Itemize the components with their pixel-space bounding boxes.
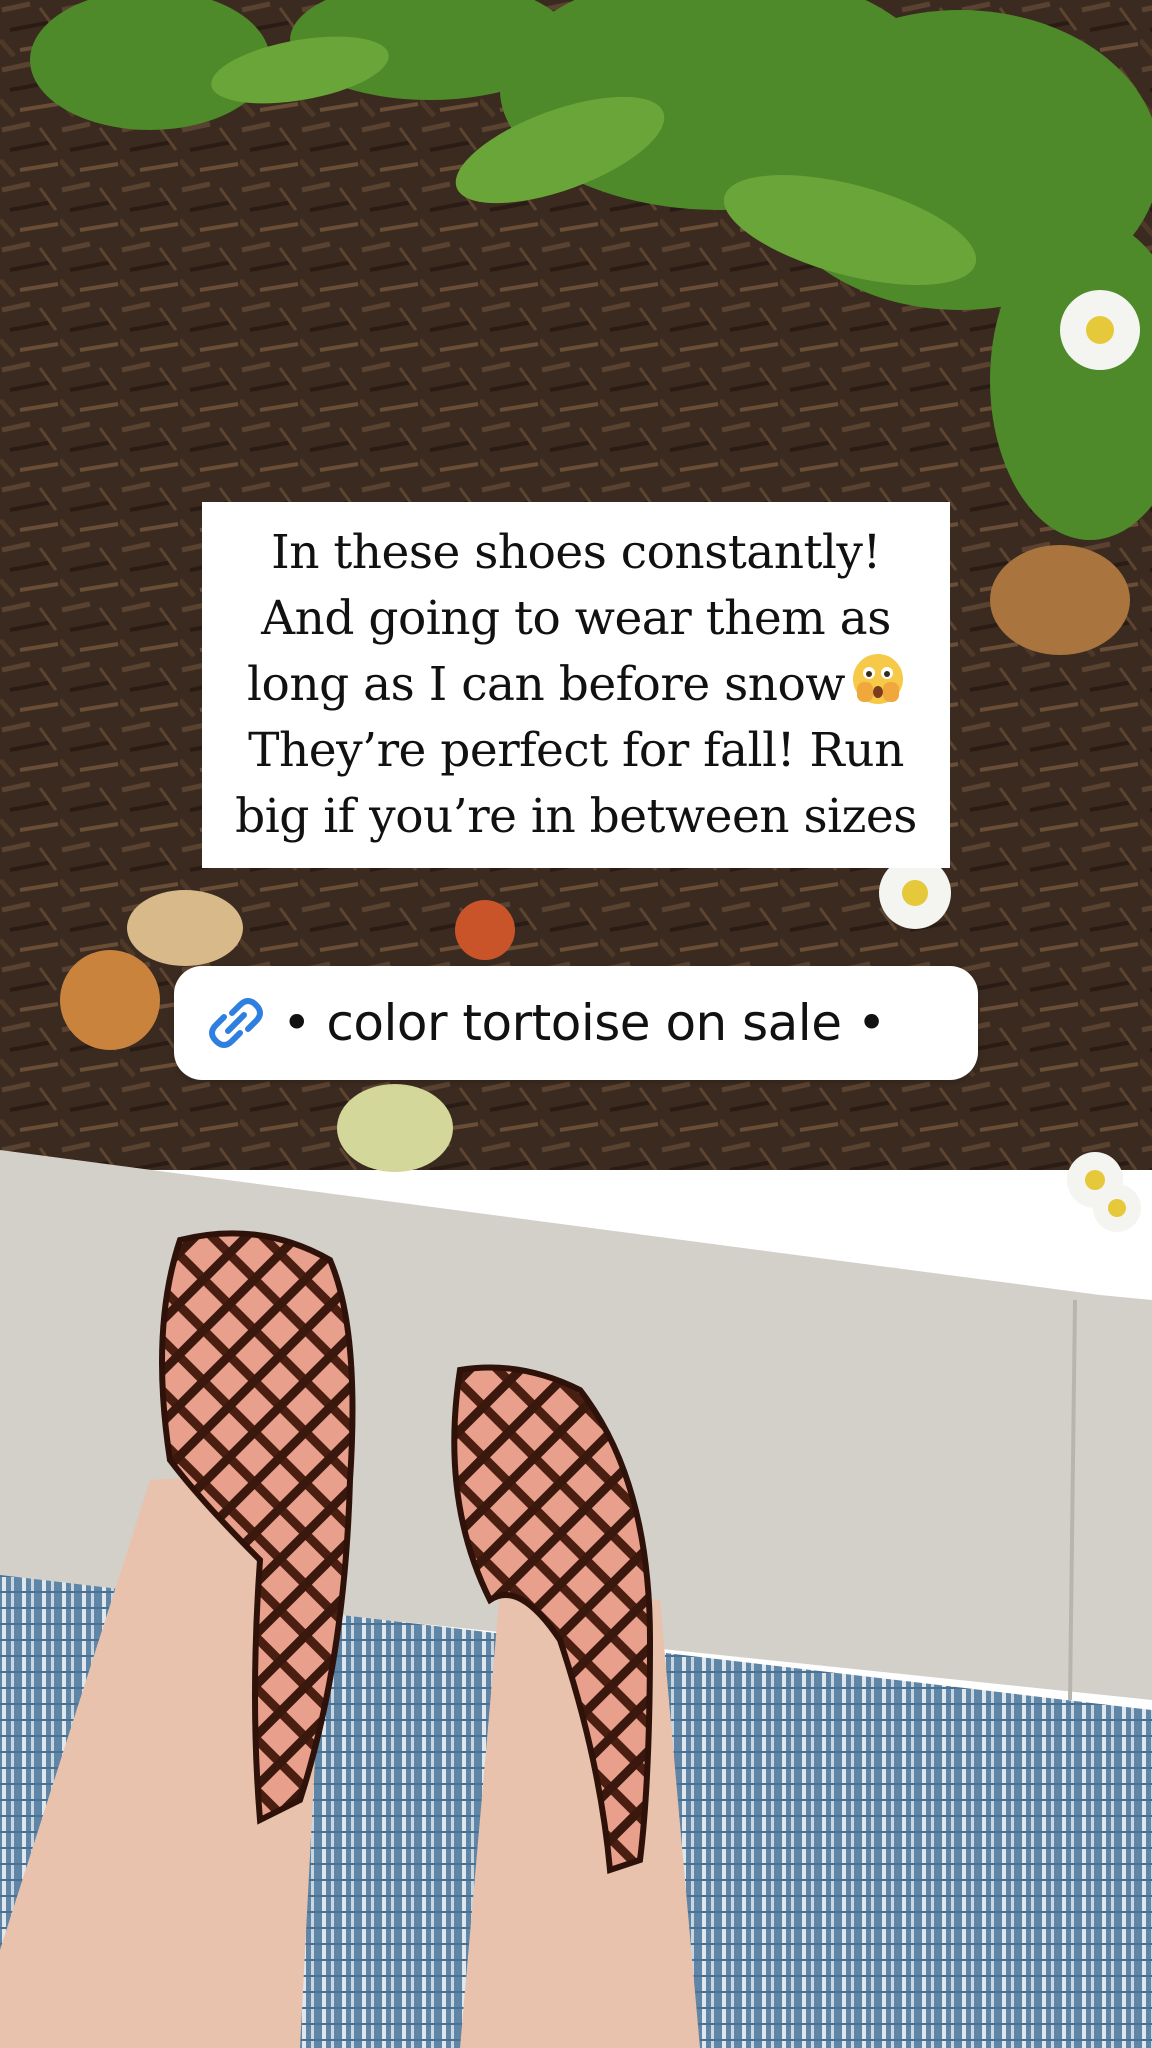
caption-line: big if you’re in between sizes <box>235 789 917 844</box>
caption-line: In these shoes constantly! <box>271 525 881 580</box>
caption-line-text: long as I can before snow <box>247 657 846 712</box>
caption-line: long as I can before snow <box>235 652 917 718</box>
caption-box: In these shoes constantly! And going to … <box>202 502 950 868</box>
link-sticker-label: • color tortoise on sale • <box>282 994 886 1052</box>
face-with-open-eyes-and-hand-over-mouth-icon <box>853 654 903 704</box>
link-sticker[interactable]: • color tortoise on sale • <box>174 966 978 1080</box>
link-icon <box>209 998 263 1048</box>
caption-line: They’re perfect for fall! Run <box>248 723 904 778</box>
caption-text: In these shoes constantly! And going to … <box>235 520 917 850</box>
caption-line: And going to wear them as <box>261 591 891 646</box>
